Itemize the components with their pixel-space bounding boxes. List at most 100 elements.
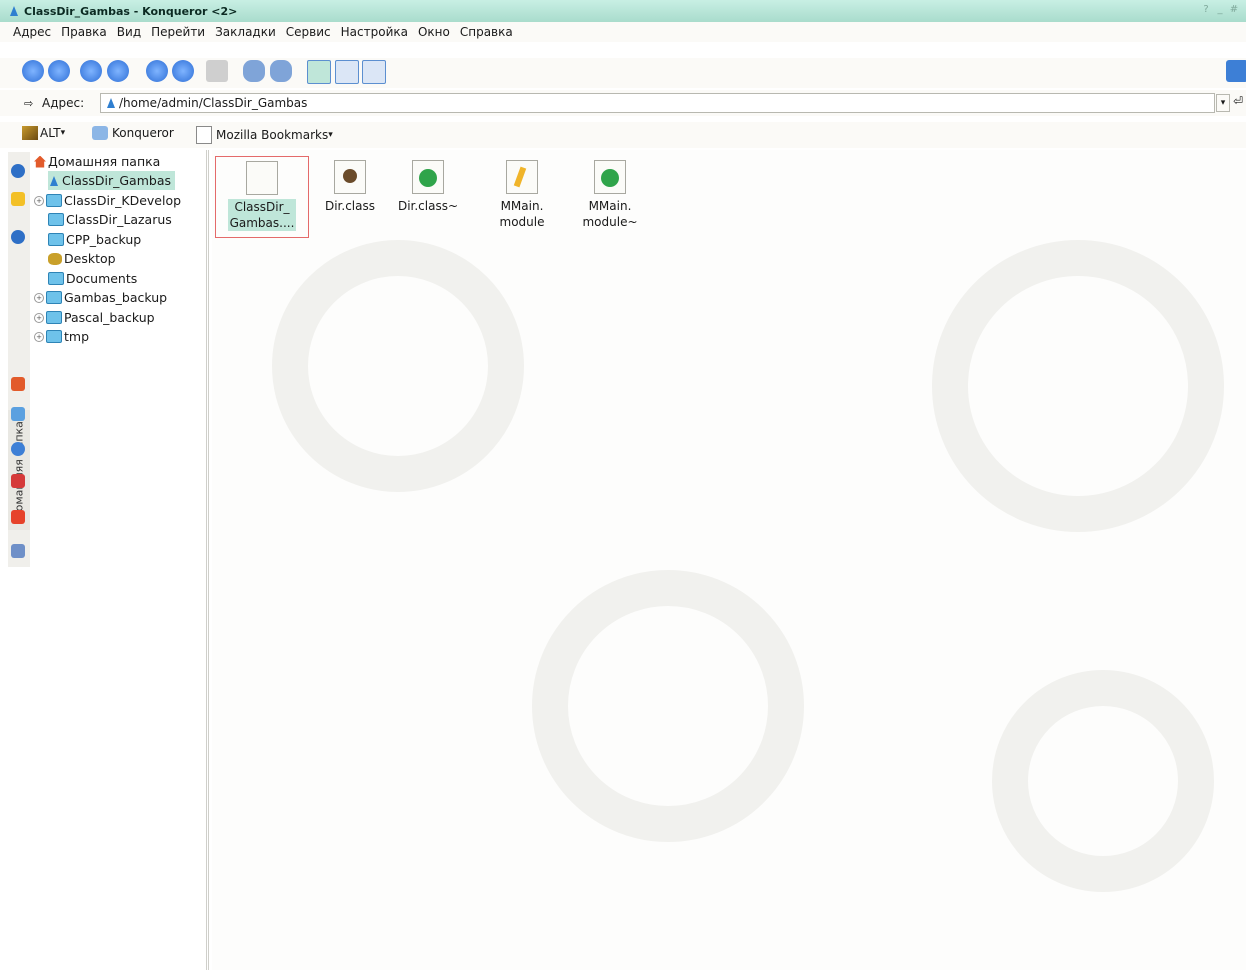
backup-file-icon: [412, 160, 444, 194]
menu-address[interactable]: Адрес: [8, 25, 56, 39]
konqueror-icon: [92, 126, 108, 140]
root-folder-icon[interactable]: [11, 474, 25, 488]
folder-icon: [48, 213, 64, 226]
background-gear: [532, 570, 804, 842]
menu-tools[interactable]: Сервис: [281, 25, 336, 39]
menu-help[interactable]: Справка: [455, 25, 518, 39]
tree-item-desktop[interactable]: Desktop: [48, 249, 116, 268]
devices-icon[interactable]: [11, 544, 25, 558]
directory-tree: Домашняя папка ClassDir_Gambas + ClassDi…: [30, 150, 209, 970]
expand-icon[interactable]: +: [34, 312, 44, 323]
menu-edit[interactable]: Правка: [56, 25, 112, 39]
icon-view-icon[interactable]: [307, 60, 331, 84]
stop-icon[interactable]: [172, 60, 194, 82]
folder-icon: [46, 311, 62, 324]
home-icon[interactable]: [107, 60, 129, 82]
folder-icon: [46, 194, 62, 207]
location-dropdown-icon[interactable]: ▾: [1216, 94, 1230, 112]
window-title: ClassDir_Gambas - Konqueror <2>: [24, 4, 238, 18]
minimize-button[interactable]: _: [1214, 3, 1226, 17]
text-file-icon: [246, 161, 278, 195]
file-item[interactable]: ClassDir_ Gambas....: [215, 156, 309, 238]
folder-location-icon: [107, 98, 115, 108]
expand-icon[interactable]: +: [34, 292, 44, 303]
window-controls: ? _ #: [1200, 3, 1240, 17]
expand-icon[interactable]: +: [34, 331, 44, 342]
location-input[interactable]: /home/admin/ClassDir_Gambas: [100, 93, 1215, 113]
bookmark-konqueror[interactable]: Konqueror: [92, 126, 174, 140]
expand-icon[interactable]: +: [34, 195, 44, 206]
forward-icon[interactable]: [48, 60, 70, 82]
bookmarks-toolbar: ALT ▾ Konqueror Mozilla Bookmarks ▾: [0, 122, 1246, 148]
file-item[interactable]: MMain. module: [476, 156, 568, 230]
background-gear: [932, 240, 1224, 532]
file-item[interactable]: Dir.class~: [382, 156, 474, 214]
throbber-icon[interactable]: [1226, 60, 1246, 82]
title-bar: ClassDir_Gambas - Konqueror <2> ? _ #: [0, 0, 1246, 22]
location-bar: ⇨ Адрес: /home/admin/ClassDir_Gambas ▾ ⏎: [0, 90, 1246, 116]
tree-item-documents[interactable]: Documents: [48, 269, 137, 288]
main-toolbar: [0, 58, 1246, 88]
tree-item-classdir-lazarus[interactable]: ClassDir_Lazarus: [48, 210, 172, 229]
java-class-icon: [334, 160, 366, 194]
maximize-button[interactable]: #: [1228, 3, 1240, 17]
network-icon[interactable]: [11, 442, 25, 456]
konqueror-app-icon: [10, 6, 18, 16]
tree-item-cpp-backup[interactable]: CPP_backup: [48, 230, 141, 249]
menu-bookmarks[interactable]: Закладки: [210, 25, 281, 39]
detail-view-icon[interactable]: [335, 60, 359, 84]
location-label: Адрес:: [42, 96, 85, 110]
navigator-icon[interactable]: [11, 164, 25, 178]
zoom-out-icon[interactable]: [270, 60, 292, 82]
bookmark-folder-icon: [196, 126, 212, 144]
tree-root[interactable]: Домашняя папка: [34, 152, 160, 171]
file-name: MMain. module~: [582, 199, 638, 229]
alt-icon: [22, 126, 38, 140]
bookmark-alt[interactable]: ALT ▾: [22, 126, 65, 140]
background-gear: [272, 240, 524, 492]
split-view-icon[interactable]: [362, 60, 386, 84]
sidebar-tab-label: Домашняя папка: [12, 421, 26, 520]
folder-icon: [46, 291, 62, 304]
bookmark-mozilla[interactable]: Mozilla Bookmarks ▾: [196, 126, 333, 144]
folder-icon: [46, 330, 62, 343]
desktop-icon: [48, 252, 62, 265]
menu-window[interactable]: Окно: [413, 25, 455, 39]
background-gear: [992, 670, 1214, 892]
location-value: /home/admin/ClassDir_Gambas: [119, 96, 308, 110]
menu-go[interactable]: Перейти: [146, 25, 210, 39]
tree-item-tmp[interactable]: + tmp: [34, 327, 89, 346]
print-icon[interactable]: [206, 60, 228, 82]
folder-icon: [48, 272, 64, 285]
tree-item-pascal-backup[interactable]: + Pascal_backup: [34, 308, 155, 327]
menu-view[interactable]: Вид: [112, 25, 146, 39]
zoom-in-icon[interactable]: [243, 60, 265, 82]
reload-icon[interactable]: [146, 60, 168, 82]
media-icon[interactable]: [11, 407, 25, 421]
tree-item-classdir-kdevelop[interactable]: + ClassDir_KDevelop: [34, 191, 181, 210]
clear-location-icon[interactable]: ⇨: [24, 97, 33, 110]
folder-open-icon: [50, 175, 58, 186]
file-name: ClassDir_ Gambas....: [227, 199, 297, 231]
folder-icon: [48, 233, 64, 246]
backup-file-icon: [594, 160, 626, 194]
text-edit-icon: [506, 160, 538, 194]
file-name: MMain. module: [499, 199, 545, 229]
tree-item-classdir-gambas[interactable]: ClassDir_Gambas: [48, 171, 176, 190]
file-view[interactable]: ClassDir_ Gambas.... Dir.class Dir.class~…: [212, 150, 1246, 970]
tree-item-gambas-backup[interactable]: + Gambas_backup: [34, 288, 167, 307]
menu-settings[interactable]: Настройка: [336, 25, 413, 39]
home-folder-icon: [34, 155, 46, 168]
history-icon[interactable]: [11, 230, 25, 244]
go-icon[interactable]: ⏎: [1233, 94, 1243, 108]
file-item[interactable]: MMain. module~: [564, 156, 656, 230]
help-button[interactable]: ?: [1200, 3, 1212, 17]
bookmarks-icon[interactable]: [11, 192, 25, 206]
chevron-down-icon: ▾: [60, 128, 66, 138]
back-icon[interactable]: [22, 60, 44, 82]
home-icon[interactable]: [11, 377, 25, 391]
services-icon[interactable]: [11, 510, 25, 524]
sidebar-tabs: Домашняя папка: [8, 152, 31, 567]
menu-bar: Адрес Правка Вид Перейти Закладки Сервис…: [0, 22, 1246, 42]
up-icon[interactable]: [80, 60, 102, 82]
